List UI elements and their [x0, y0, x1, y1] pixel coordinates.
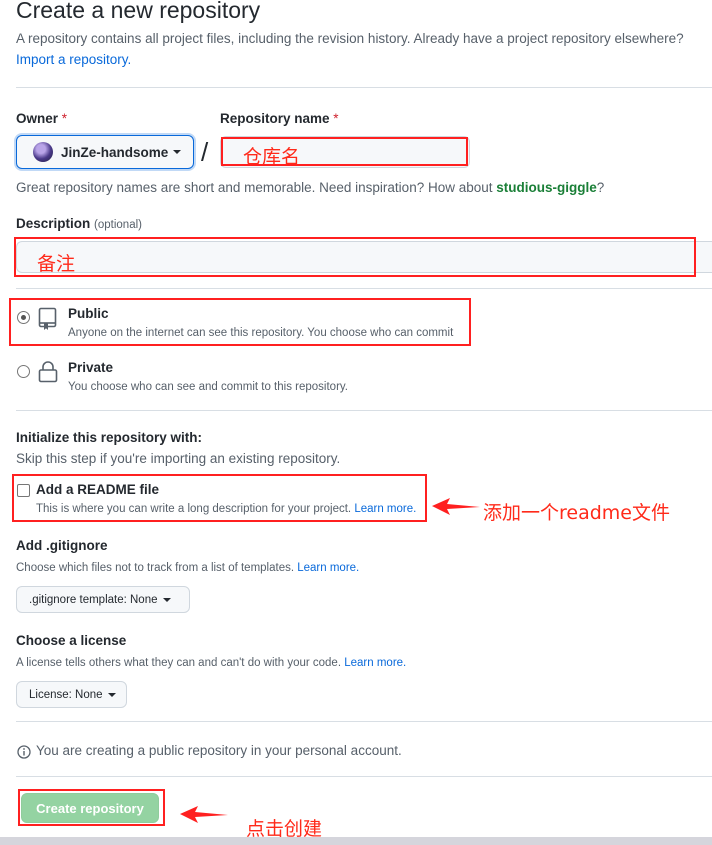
description-label: Description (optional)	[16, 216, 142, 231]
chevron-down-icon	[162, 597, 171, 602]
repo-name-label: Repository name *	[220, 111, 339, 126]
annotation-box-readme	[12, 474, 427, 522]
license-hint: A license tells others what they can and…	[16, 657, 407, 669]
license-heading: Choose a license	[16, 633, 127, 648]
annotation-readme: 添加一个readme文件	[483, 502, 670, 524]
divider	[16, 410, 712, 411]
divider	[16, 721, 712, 722]
chevron-down-icon	[173, 150, 182, 154]
info-icon	[17, 745, 31, 759]
annotation-box-description	[14, 237, 696, 277]
repo-name-hint: Great repository names are short and mem…	[16, 180, 605, 195]
annotation-box-create	[18, 789, 165, 826]
init-heading: Initialize this repository with:	[16, 430, 203, 445]
license-learn-more-link[interactable]: Learn more.	[344, 657, 406, 669]
private-radio[interactable]	[17, 365, 30, 378]
annotation-box-public	[9, 298, 471, 346]
window-bottom-edge	[0, 837, 712, 845]
owner-value: JinZe-handsome	[61, 144, 169, 160]
gitignore-learn-more-link[interactable]: Learn more.	[297, 562, 359, 574]
gitignore-heading: Add .gitignore	[16, 538, 108, 553]
gitignore-hint: Choose which files not to track from a l…	[16, 562, 360, 574]
divider	[16, 87, 712, 88]
annotation-repo-name: 仓库名	[243, 146, 301, 168]
license-select[interactable]: License: None	[16, 681, 127, 708]
name-suggestion[interactable]: studious-giggle	[496, 180, 597, 195]
owner-repo-separator: /	[201, 137, 209, 167]
owner-label: Owner *	[16, 111, 68, 126]
page-title: Create a new repository	[16, 0, 261, 23]
lock-icon	[38, 361, 58, 383]
owner-select-button[interactable]: JinZe-handsome	[16, 135, 194, 169]
divider	[16, 776, 712, 777]
annotation-description: 备注	[37, 253, 76, 275]
arrow-left-icon	[432, 498, 480, 515]
private-title: Private	[68, 360, 114, 375]
chevron-down-icon	[107, 692, 116, 697]
private-description: You choose who can see and commit to thi…	[68, 381, 348, 393]
init-hint: Skip this step if you're importing an ex…	[16, 451, 341, 466]
page-subtitle: A repository contains all project files,…	[16, 31, 684, 46]
import-repository-link[interactable]: Import a repository.	[16, 52, 131, 67]
arrow-left-icon	[180, 806, 228, 823]
gitignore-template-select[interactable]: .gitignore template: None	[16, 586, 190, 613]
divider	[16, 288, 712, 289]
avatar	[33, 142, 53, 162]
public-notice: You are creating a public repository in …	[36, 743, 402, 758]
